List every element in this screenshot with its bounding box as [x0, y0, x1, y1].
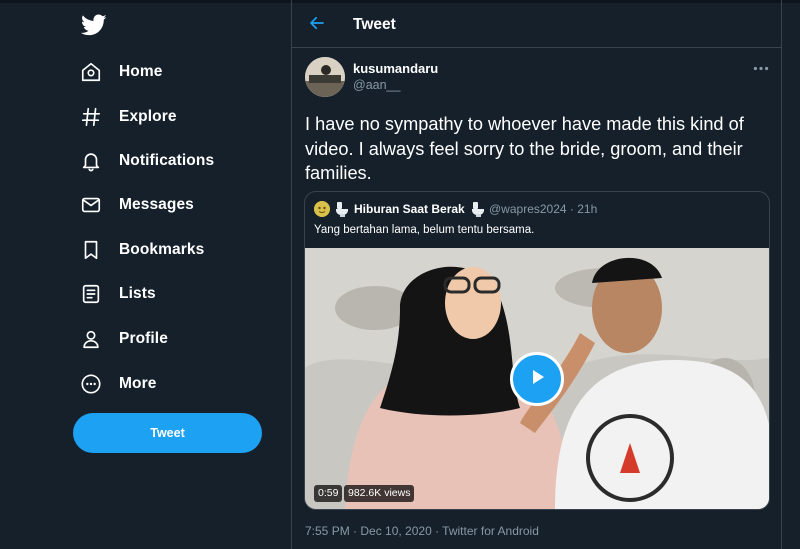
bell-icon [78, 148, 104, 174]
video-player[interactable]: 0:59 982.6K views [305, 248, 769, 509]
page-title: Tweet [353, 16, 396, 33]
tweet-text: I have no sympathy to whoever have made … [305, 114, 744, 183]
quoted-avatar [314, 201, 330, 217]
tweet-timestamp[interactable]: 7:55 PM · Dec 10, 2020 · Twitter for And… [305, 524, 539, 538]
person-icon [78, 326, 104, 352]
hashtag-icon [78, 104, 104, 130]
nav-profile-label: Profile [119, 330, 168, 347]
nav-bookmarks-label: Bookmarks [119, 241, 205, 258]
toilet-emoji-icon [335, 201, 349, 217]
envelope-icon [78, 192, 104, 218]
main-column: Tweet kusumandaru @aan__ I have no sympa… [291, 0, 782, 549]
quoted-tweet[interactable]: Hiburan Saat Berak @wapres2024 · 21h Yan… [304, 191, 770, 510]
list-icon [78, 281, 104, 307]
twitter-bird-icon[interactable] [80, 12, 107, 38]
ellipsis-icon [753, 58, 769, 76]
nav-lists[interactable]: Lists [78, 276, 156, 312]
nav-explore[interactable]: Explore [78, 99, 177, 135]
nav-messages[interactable]: Messages [78, 187, 194, 223]
nav-bookmarks[interactable]: Bookmarks [78, 232, 204, 268]
more-circle-icon [78, 371, 104, 397]
sidebar: Home Explore Notifications Messages Book… [0, 0, 290, 549]
bookmark-icon [78, 237, 104, 263]
nav-more-label: More [119, 375, 157, 392]
quoted-text: Yang bertahan lama, belum tentu bersama. [314, 224, 535, 236]
quoted-display-name: Hiburan Saat Berak [354, 202, 465, 216]
nav-home-label: Home [119, 63, 163, 80]
tweet-more-button[interactable] [750, 60, 772, 74]
nav-notifications-label: Notifications [119, 152, 215, 169]
nav-more[interactable]: More [78, 366, 156, 402]
quoted-handle-time: @wapres2024 · 21h [489, 202, 598, 216]
toilet-emoji-icon [471, 201, 485, 217]
nav-messages-label: Messages [119, 196, 194, 213]
author-handle[interactable]: @aan__ [353, 78, 400, 92]
arrow-left-icon [308, 14, 326, 37]
nav-explore-label: Explore [119, 108, 177, 125]
tweet-button[interactable]: Tweet [73, 413, 262, 453]
video-views: 982.6K views [344, 485, 415, 502]
author-display-name[interactable]: kusumandaru [353, 61, 438, 76]
play-icon [527, 367, 547, 392]
nav-lists-label: Lists [119, 285, 156, 302]
back-button[interactable] [304, 12, 330, 38]
nav-profile[interactable]: Profile [78, 321, 168, 357]
nav-home[interactable]: Home [78, 54, 162, 90]
page-header: Tweet [292, 0, 781, 48]
avatar[interactable] [305, 57, 345, 97]
video-duration: 0:59 [314, 485, 343, 502]
play-button[interactable] [510, 352, 564, 406]
home-icon [78, 59, 104, 85]
nav-notifications[interactable]: Notifications [78, 143, 214, 179]
